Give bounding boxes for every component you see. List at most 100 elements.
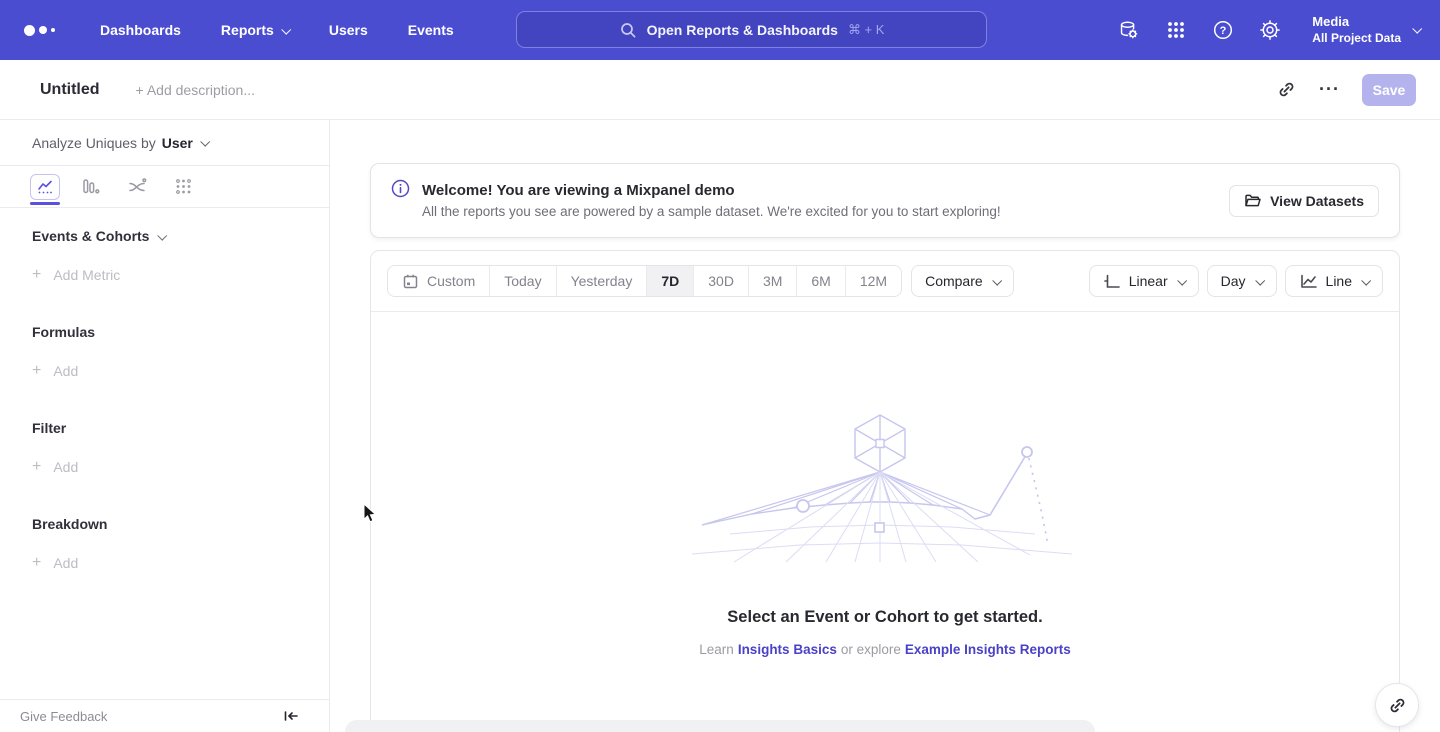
add-formula-button[interactable]: + Add [32,362,297,380]
bottom-sheet-edge[interactable] [345,720,1095,732]
mixpanel-logo-icon[interactable] [24,25,64,36]
main-content: Welcome! You are viewing a Mixpanel demo… [330,120,1440,732]
example-reports-link[interactable]: Example Insights Reports [905,642,1071,657]
copy-link-icon[interactable] [1275,79,1297,101]
flow-icon [128,178,147,195]
insights-basics-link[interactable]: Insights Basics [738,642,837,657]
primary-nav: Dashboards Reports Users Events [100,22,454,38]
share-link-fab[interactable] [1375,683,1419,727]
empty-state-heading: Select an Event or Cohort to get started… [727,608,1042,627]
chevron-down-icon [158,230,168,240]
grid-dots-icon [175,178,192,195]
chevron-down-icon [1177,275,1187,285]
report-description-field[interactable]: + Add description... [136,82,255,98]
visualization-tabs [0,166,329,208]
chart-display-controls: Linear Day Line [1089,265,1383,297]
nav-item-dashboards[interactable]: Dashboards [100,22,181,38]
report-title[interactable]: Untitled [40,81,100,99]
nav-right-cluster: ? Media All Project Data [1118,0,1420,60]
collapse-sidebar-icon[interactable] [281,706,301,726]
range-yesterday[interactable]: Yesterday [557,266,648,296]
folder-icon [1244,193,1261,208]
scale-selector[interactable]: Linear [1089,265,1199,297]
chart-type-selector[interactable]: Line [1285,265,1383,297]
apps-grid-icon[interactable] [1165,19,1187,41]
range-6m[interactable]: 6M [797,266,845,296]
add-metric-button[interactable]: + Add Metric [32,266,297,284]
project-selector[interactable]: Media All Project Data [1312,14,1420,46]
empty-state: Select an Event or Cohort to get started… [371,312,1399,657]
range-3m[interactable]: 3M [749,266,797,296]
learn-middle: or explore [841,642,901,657]
search-placeholder: Open Reports & Dashboards [647,22,838,38]
learn-prefix: Learn [699,642,734,657]
section-breakdown: Breakdown + Add [32,516,297,572]
compare-button[interactable]: Compare [911,265,1014,297]
tab-line-chart[interactable] [28,166,62,208]
info-icon [391,179,410,198]
banner-body: All the reports you see are powered by a… [422,204,1001,219]
report-header-bar: Untitled + Add description... ··· Save [0,60,1440,120]
link-icon [1388,696,1407,715]
granularity-selector[interactable]: Day [1207,265,1277,297]
section-title[interactable]: Events & Cohorts [32,228,297,244]
empty-state-links: Learn Insights Basics or explore Example… [699,642,1070,657]
chart-controls-row: Custom Today Yesterday 7D 30D 3M 6M 12M … [371,251,1399,311]
save-button[interactable]: Save [1362,74,1416,106]
demo-welcome-banner: Welcome! You are viewing a Mixpanel demo… [370,163,1400,238]
plus-icon: + [32,266,41,284]
range-custom[interactable]: Custom [388,266,490,296]
more-options-icon[interactable]: ··· [1319,79,1340,100]
add-filter-button[interactable]: + Add [32,458,297,476]
nav-item-users[interactable]: Users [329,22,368,38]
plus-icon: + [32,554,41,572]
section-title: Formulas [32,324,297,340]
sidebar-footer: Give Feedback [0,699,329,732]
view-datasets-button[interactable]: View Datasets [1229,185,1379,217]
tab-flow-chart[interactable] [120,166,154,208]
tab-metrics-grid[interactable] [166,166,200,208]
line-chart-icon [1299,273,1318,290]
add-breakdown-button[interactable]: + Add [32,554,297,572]
bar-chart-icon [82,178,100,195]
search-shortcut: ⌘ + K [848,22,885,38]
range-12m[interactable]: 12M [846,266,901,296]
analyze-row: Analyze Uniques by User [0,120,329,166]
nav-item-reports[interactable]: Reports [221,22,289,38]
top-nav: Dashboards Reports Users Events Open Rep… [0,0,1440,60]
help-icon[interactable]: ? [1212,19,1234,41]
svg-text:?: ? [1220,25,1227,37]
range-today[interactable]: Today [490,266,556,296]
section-title: Breakdown [32,516,297,532]
analyze-label: Analyze Uniques by [32,135,156,151]
chevron-down-icon [992,275,1002,285]
chevron-down-icon [1412,24,1422,34]
plus-icon: + [32,362,41,380]
tab-bar-chart[interactable] [74,166,108,208]
range-30d[interactable]: 30D [694,266,749,296]
global-search-input[interactable]: Open Reports & Dashboards ⌘ + K [516,11,987,48]
range-7d[interactable]: 7D [647,266,694,296]
plus-icon: + [32,458,41,476]
active-tab-underline [30,202,60,205]
give-feedback-link[interactable]: Give Feedback [20,709,107,724]
insights-chart-card: Custom Today Yesterday 7D 30D 3M 6M 12M … [370,250,1400,732]
project-scope: All Project Data [1312,31,1401,47]
query-builder-sidebar: Analyze Uniques by User [0,120,330,732]
data-management-icon[interactable] [1118,19,1140,41]
chevron-down-icon [281,24,291,34]
axis-scale-icon [1103,273,1121,290]
banner-title: Welcome! You are viewing a Mixpanel demo [422,182,1001,199]
section-filter: Filter + Add [32,420,297,476]
settings-gear-icon[interactable] [1259,19,1281,41]
section-title: Filter [32,420,297,436]
search-icon [619,21,637,39]
nav-item-events[interactable]: Events [408,22,454,38]
empty-state-illustration [690,412,1080,564]
section-formulas: Formulas + Add [32,324,297,380]
date-range-segments: Custom Today Yesterday 7D 30D 3M 6M 12M [387,265,902,297]
analyze-entity-selector[interactable]: User [162,135,208,151]
chevron-down-icon [200,137,210,147]
query-sections: Events & Cohorts + Add Metric Formulas +… [0,208,329,612]
line-chart-icon [36,179,54,195]
